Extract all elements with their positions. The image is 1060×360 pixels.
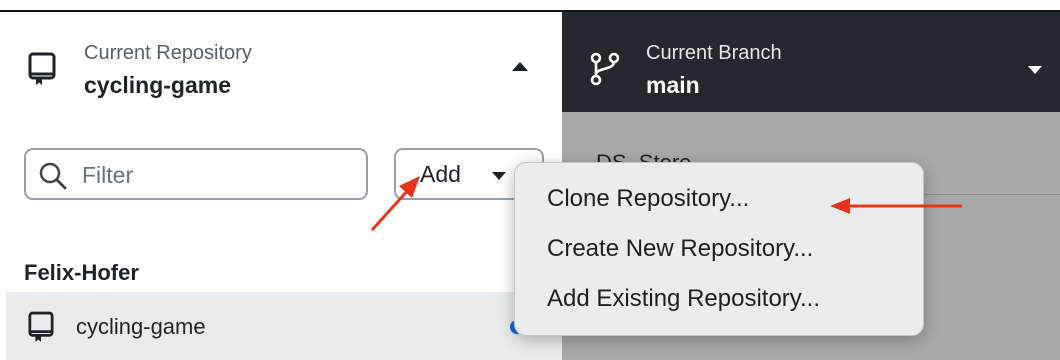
repository-list-item[interactable]: cycling-game (6, 292, 562, 360)
current-branch-toggle[interactable]: Current Branch main (562, 12, 1060, 112)
chevron-down-icon (492, 172, 506, 180)
chevron-down-icon (1028, 66, 1042, 74)
current-branch-name: main (646, 72, 700, 98)
add-button-label: Add (420, 161, 461, 187)
current-branch-label: Current Branch (646, 42, 782, 64)
search-icon (38, 161, 68, 196)
git-branch-icon (590, 52, 620, 91)
repo-icon (28, 311, 54, 348)
chevron-up-icon (512, 62, 528, 71)
repo-icon (28, 52, 56, 91)
current-repository-name: cycling-game (84, 72, 231, 98)
menu-item-add-existing-repository[interactable]: Add Existing Repository... (547, 285, 820, 313)
current-repository-label: Current Repository (84, 42, 252, 64)
repository-group-header: Felix-Hofer (24, 260, 139, 285)
repository-list-item-label: cycling-game (76, 314, 206, 339)
add-dropdown-menu: Clone Repository... Create New Repositor… (514, 162, 924, 336)
menu-item-create-new-repository[interactable]: Create New Repository... (547, 235, 813, 263)
repository-panel: Current Repository cycling-game Filter A… (0, 12, 562, 360)
filter-placeholder: Filter (82, 162, 134, 188)
current-repository-toggle[interactable]: Current Repository cycling-game (0, 12, 562, 112)
filter-input[interactable]: Filter (24, 148, 368, 200)
menu-item-clone-repository[interactable]: Clone Repository... (547, 185, 749, 213)
